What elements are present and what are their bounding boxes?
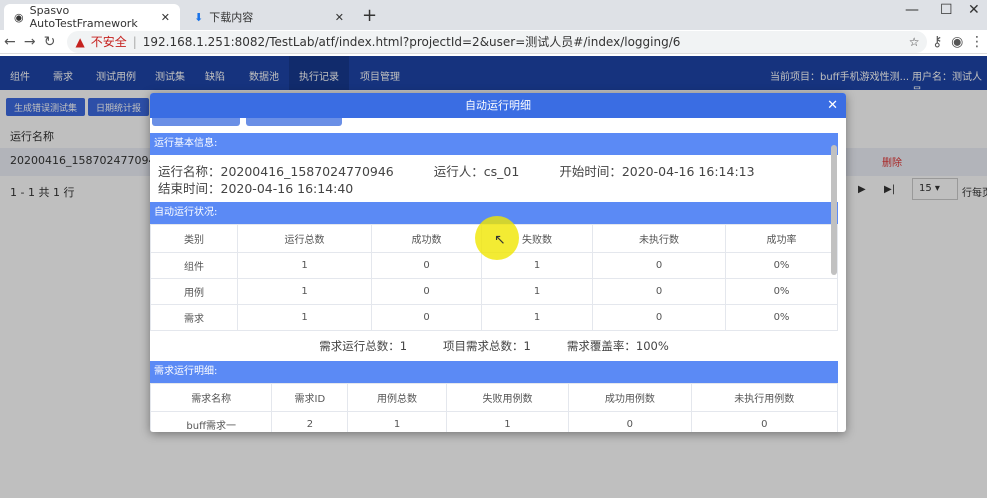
table-cell: 0	[592, 252, 726, 279]
browser-tab[interactable]: ◉ Spasvo AutoTestFramework ✕	[4, 4, 180, 30]
table-cell: 0	[371, 304, 482, 331]
table-cell: 0%	[725, 278, 838, 305]
table-cell: 组件	[150, 252, 238, 279]
table-cell: 0	[592, 278, 726, 305]
table-row: 需求 1 0 1 0 0%	[150, 304, 838, 331]
browser-tab[interactable]: ⬇ 下载内容 ✕	[184, 4, 354, 30]
column-header: 未执行用例数	[690, 383, 838, 412]
summary: 需求运行总数：1 项目需求总数：1 需求覆盖率：100%	[319, 339, 669, 353]
maximize-icon[interactable]: ☐	[940, 2, 953, 18]
back-icon[interactable]: ←	[0, 34, 20, 50]
section-header: 需求运行明细:	[150, 361, 838, 383]
warning-icon: ▲	[75, 34, 85, 49]
column-header: 用例总数	[347, 383, 447, 412]
scrollbar[interactable]	[831, 145, 837, 275]
table-cell: 用例	[150, 278, 238, 305]
export-button[interactable]	[152, 118, 240, 126]
column-header: 成功数	[371, 224, 482, 253]
column-header: 成功用例数	[568, 383, 692, 412]
table-cell: 0%	[725, 252, 838, 279]
download-icon: ⬇	[194, 10, 204, 24]
column-header: 需求ID	[271, 383, 349, 412]
table-cell: 1	[481, 304, 593, 331]
requirement-table: 需求名称 需求ID 用例总数 失败用例数 成功用例数 未执行用例数 buff需求一 2 1 1 0…	[150, 383, 838, 432]
modal-header: 自动运行明细 ✕	[150, 93, 846, 118]
table-cell: 0	[592, 304, 726, 331]
close-window-icon[interactable]: ✕	[968, 2, 980, 18]
close-tab-icon[interactable]: ✕	[161, 11, 170, 24]
table-row: 用例 1 0 1 0 0%	[150, 278, 838, 305]
account-icon[interactable]: ◉	[947, 34, 967, 50]
table-cell: buff需求一	[150, 411, 273, 432]
app-icon: ◉	[14, 10, 24, 24]
table-cell: 1	[347, 411, 447, 432]
url-input[interactable]: ▲ 不安全 | 192.168.1.251:8082/TestLab/atf/inde…	[67, 30, 928, 53]
section-header: 运行基本信息:	[150, 133, 838, 155]
minimize-icon[interactable]: —	[905, 2, 919, 18]
star-icon[interactable]: ☆	[909, 35, 920, 49]
table-cell: 1	[237, 304, 372, 331]
table-cell: 1	[237, 278, 372, 305]
table-cell: 2	[271, 411, 349, 432]
table-cell: 0	[371, 278, 482, 305]
table-cell: 0	[690, 411, 838, 432]
address-bar: ← → ↻ ▲ 不安全 | 192.168.1.251:8082/TestLab/at…	[0, 30, 987, 54]
forward-icon[interactable]: →	[20, 34, 40, 50]
column-header: 未执行数	[592, 224, 726, 253]
column-header: 类别	[150, 224, 238, 253]
modal-body[interactable]: 运行基本信息: 运行名称：20200416_1587024770946 运行人：c…	[150, 118, 838, 432]
table-cell: 1	[237, 252, 372, 279]
table-cell: 0%	[725, 304, 838, 331]
basic-info: 运行名称：20200416_1587024770946 运行人：cs_01 开始时间…	[158, 164, 755, 196]
close-icon[interactable]: ✕	[827, 93, 838, 118]
new-tab-button[interactable]: +	[362, 5, 377, 26]
export-button[interactable]	[246, 118, 342, 126]
run-detail-modal: 自动运行明细 ✕ 运行基本信息: 运行名称：20200416_1587024770…	[150, 93, 846, 432]
column-header: 运行总数	[237, 224, 372, 253]
close-tab-icon[interactable]: ✕	[335, 11, 344, 24]
mouse-cursor-icon: ↖	[494, 232, 506, 248]
column-header: 成功率	[725, 224, 838, 253]
browser-tab-strip: ◉ Spasvo AutoTestFramework ✕ ⬇ 下载内容 ✕ + — ☐ …	[0, 0, 987, 30]
table-cell: 1	[445, 411, 570, 432]
table-cell: 0	[371, 252, 482, 279]
column-header: 需求名称	[150, 383, 273, 412]
table-cell: 0	[568, 411, 692, 432]
table-cell: 需求	[150, 304, 238, 331]
key-icon[interactable]: ⚷	[927, 34, 947, 50]
menu-icon[interactable]: ⋮	[967, 34, 987, 50]
table-row: buff需求一 2 1 1 0 0	[150, 411, 838, 432]
table-cell: 1	[481, 278, 593, 305]
column-header: 失败用例数	[445, 383, 570, 412]
reload-icon[interactable]: ↻	[40, 34, 60, 50]
